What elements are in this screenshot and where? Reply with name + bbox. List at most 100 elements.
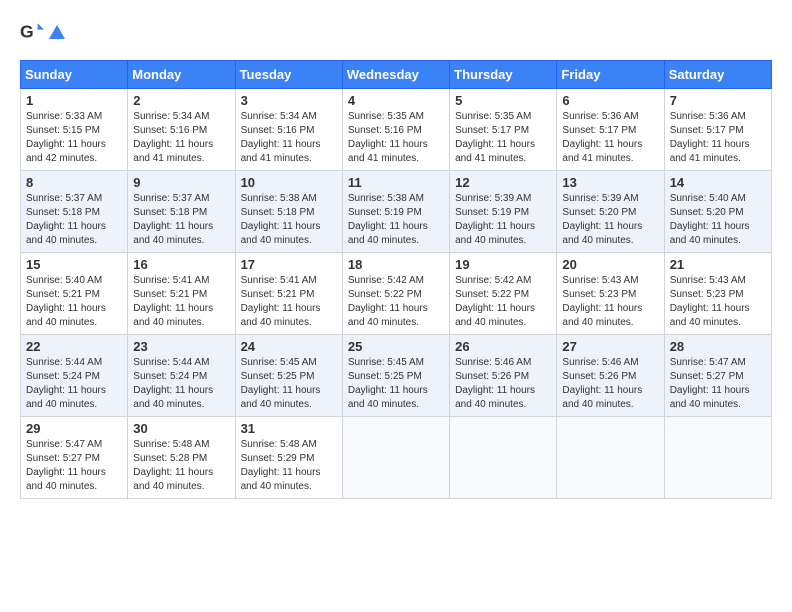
cell-info: Sunrise: 5:38 AMSunset: 5:18 PMDaylight:… <box>241 192 337 248</box>
day-header-saturday: Saturday <box>664 61 771 89</box>
cell-info: Sunrise: 5:43 AMSunset: 5:23 PMDaylight:… <box>670 274 766 330</box>
cell-info: Sunrise: 5:39 AMSunset: 5:20 PMDaylight:… <box>562 192 658 248</box>
calendar-cell: 24Sunrise: 5:45 AMSunset: 5:25 PMDayligh… <box>235 335 342 417</box>
calendar-cell: 26 Sunrise: 5:46 AMSunset: 5:26 PMDayligh… <box>450 335 557 417</box>
cell-info: Sunrise: 5:48 AMSunset: 5:29 PMDaylight:… <box>241 438 337 494</box>
cell-info: Sunrise: 5:47 AMSunset: 5:27 PMDaylight:… <box>26 438 122 494</box>
calendar-cell: 13 Sunrise: 5:39 AMSunset: 5:20 PMDayligh… <box>557 171 664 253</box>
day-number: 12 <box>455 175 551 190</box>
calendar-week-4: 22 Sunrise: 5:44 AMSunset: 5:24 PMDayligh… <box>21 335 772 417</box>
day-number: 13 <box>562 175 658 190</box>
cell-info: Sunrise: 5:35 AMSunset: 5:16 PMDaylight:… <box>348 110 444 166</box>
day-number: 11 <box>348 175 444 190</box>
day-number: 15 <box>26 257 122 272</box>
cell-info: Sunrise: 5:35 AMSunset: 5:17 PMDaylight:… <box>455 110 551 166</box>
day-number: 5 <box>455 93 551 108</box>
cell-info: Sunrise: 5:47 AMSunset: 5:27 PMDaylight:… <box>670 356 766 412</box>
day-number: 10 <box>241 175 337 190</box>
day-header-sunday: Sunday <box>21 61 128 89</box>
day-number: 19 <box>455 257 551 272</box>
logo: G <box>20 20 66 44</box>
day-number: 31 <box>241 421 337 436</box>
cell-info: Sunrise: 5:48 AMSunset: 5:28 PMDaylight:… <box>133 438 229 494</box>
calendar-cell: 12Sunrise: 5:39 AMSunset: 5:19 PMDayligh… <box>450 171 557 253</box>
logo-arrow-icon <box>49 25 65 39</box>
day-number: 23 <box>133 339 229 354</box>
day-header-friday: Friday <box>557 61 664 89</box>
cell-info: Sunrise: 5:36 AMSunset: 5:17 PMDaylight:… <box>670 110 766 166</box>
calendar-cell: 1 Sunrise: 5:33 AMSunset: 5:15 PMDaylight… <box>21 89 128 171</box>
calendar-cell: 18 Sunrise: 5:42 AMSunset: 5:22 PMDayligh… <box>342 253 449 335</box>
cell-info: Sunrise: 5:46 AMSunset: 5:26 PMDaylight:… <box>455 356 551 412</box>
day-number: 27 <box>562 339 658 354</box>
calendar-cell: 10 Sunrise: 5:38 AMSunset: 5:18 PMDayligh… <box>235 171 342 253</box>
cell-info: Sunrise: 5:45 AMSunset: 5:25 PMDaylight:… <box>348 356 444 412</box>
calendar-cell: 27 Sunrise: 5:46 AMSunset: 5:26 PMDayligh… <box>557 335 664 417</box>
page-header: G <box>20 20 772 44</box>
day-header-thursday: Thursday <box>450 61 557 89</box>
cell-info: Sunrise: 5:40 AMSunset: 5:20 PMDaylight:… <box>670 192 766 248</box>
day-number: 22 <box>26 339 122 354</box>
cell-info: Sunrise: 5:38 AMSunset: 5:19 PMDaylight:… <box>348 192 444 248</box>
day-number: 1 <box>26 93 122 108</box>
calendar-cell: 3 Sunrise: 5:34 AMSunset: 5:16 PMDaylight… <box>235 89 342 171</box>
day-header-tuesday: Tuesday <box>235 61 342 89</box>
day-number: 30 <box>133 421 229 436</box>
calendar-cell <box>450 417 557 499</box>
calendar-cell <box>664 417 771 499</box>
calendar-cell: 29 Sunrise: 5:47 AMSunset: 5:27 PMDayligh… <box>21 417 128 499</box>
cell-info: Sunrise: 5:41 AMSunset: 5:21 PMDaylight:… <box>133 274 229 330</box>
day-number: 26 <box>455 339 551 354</box>
day-number: 24 <box>241 339 337 354</box>
day-number: 28 <box>670 339 766 354</box>
day-number: 7 <box>670 93 766 108</box>
day-number: 14 <box>670 175 766 190</box>
calendar-cell: 9 Sunrise: 5:37 AMSunset: 5:18 PMDaylight… <box>128 171 235 253</box>
cell-info: Sunrise: 5:37 AMSunset: 5:18 PMDaylight:… <box>133 192 229 248</box>
calendar-cell: 22 Sunrise: 5:44 AMSunset: 5:24 PMDayligh… <box>21 335 128 417</box>
calendar-cell: 20 Sunrise: 5:43 AMSunset: 5:23 PMDayligh… <box>557 253 664 335</box>
calendar-cell <box>557 417 664 499</box>
calendar-cell: 30 Sunrise: 5:48 AMSunset: 5:28 PMDayligh… <box>128 417 235 499</box>
day-number: 3 <box>241 93 337 108</box>
calendar-cell: 15Sunrise: 5:40 AMSunset: 5:21 PMDayligh… <box>21 253 128 335</box>
day-header-monday: Monday <box>128 61 235 89</box>
day-number: 6 <box>562 93 658 108</box>
calendar-cell: 25 Sunrise: 5:45 AMSunset: 5:25 PMDayligh… <box>342 335 449 417</box>
calendar-cell: 17Sunrise: 5:41 AMSunset: 5:21 PMDayligh… <box>235 253 342 335</box>
day-number: 20 <box>562 257 658 272</box>
header-row: SundayMondayTuesdayWednesdayThursdayFrid… <box>21 61 772 89</box>
calendar-cell: 28 Sunrise: 5:47 AMSunset: 5:27 PMDayligh… <box>664 335 771 417</box>
day-number: 25 <box>348 339 444 354</box>
cell-info: Sunrise: 5:42 AMSunset: 5:22 PMDaylight:… <box>455 274 551 330</box>
calendar-cell: 23Sunrise: 5:44 AMSunset: 5:24 PMDayligh… <box>128 335 235 417</box>
day-number: 9 <box>133 175 229 190</box>
cell-info: Sunrise: 5:43 AMSunset: 5:23 PMDaylight:… <box>562 274 658 330</box>
calendar-cell: 8Sunrise: 5:37 AMSunset: 5:18 PMDaylight… <box>21 171 128 253</box>
calendar-cell: 16 Sunrise: 5:41 AMSunset: 5:21 PMDayligh… <box>128 253 235 335</box>
day-header-wednesday: Wednesday <box>342 61 449 89</box>
calendar-cell: 7 Sunrise: 5:36 AMSunset: 5:17 PMDaylight… <box>664 89 771 171</box>
calendar-cell: 2 Sunrise: 5:34 AMSunset: 5:16 PMDaylight… <box>128 89 235 171</box>
day-number: 17 <box>241 257 337 272</box>
calendar-cell: 21Sunrise: 5:43 AMSunset: 5:23 PMDayligh… <box>664 253 771 335</box>
cell-info: Sunrise: 5:42 AMSunset: 5:22 PMDaylight:… <box>348 274 444 330</box>
cell-info: Sunrise: 5:34 AMSunset: 5:16 PMDaylight:… <box>133 110 229 166</box>
cell-info: Sunrise: 5:33 AMSunset: 5:15 PMDaylight:… <box>26 110 122 166</box>
day-number: 16 <box>133 257 229 272</box>
calendar-table: SundayMondayTuesdayWednesdayThursdayFrid… <box>20 60 772 499</box>
calendar-cell: 5 Sunrise: 5:35 AMSunset: 5:17 PMDaylight… <box>450 89 557 171</box>
calendar-cell: 4Sunrise: 5:35 AMSunset: 5:16 PMDaylight… <box>342 89 449 171</box>
cell-info: Sunrise: 5:46 AMSunset: 5:26 PMDaylight:… <box>562 356 658 412</box>
day-number: 8 <box>26 175 122 190</box>
calendar-cell <box>342 417 449 499</box>
calendar-week-3: 15Sunrise: 5:40 AMSunset: 5:21 PMDayligh… <box>21 253 772 335</box>
day-number: 18 <box>348 257 444 272</box>
calendar-cell: 11 Sunrise: 5:38 AMSunset: 5:19 PMDayligh… <box>342 171 449 253</box>
day-number: 29 <box>26 421 122 436</box>
day-number: 2 <box>133 93 229 108</box>
cell-info: Sunrise: 5:34 AMSunset: 5:16 PMDaylight:… <box>241 110 337 166</box>
cell-info: Sunrise: 5:44 AMSunset: 5:24 PMDaylight:… <box>26 356 122 412</box>
calendar-cell: 19 Sunrise: 5:42 AMSunset: 5:22 PMDayligh… <box>450 253 557 335</box>
svg-text:G: G <box>20 22 34 42</box>
